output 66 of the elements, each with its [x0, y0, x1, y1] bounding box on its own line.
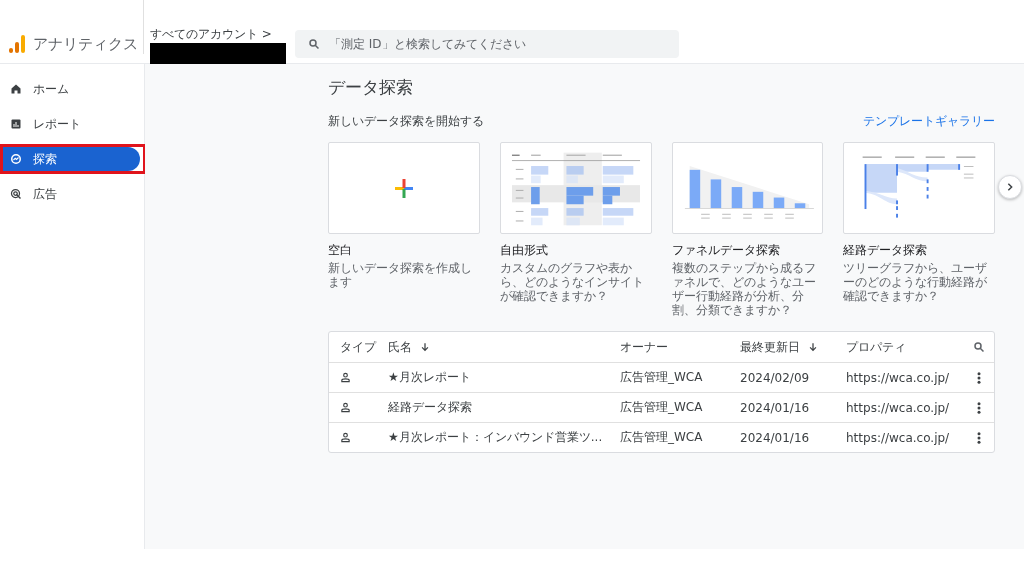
app-name: アナリティクス [33, 34, 138, 54]
column-header[interactable]: プロパティ [846, 338, 964, 356]
template-card[interactable] [843, 142, 995, 234]
template-card[interactable] [499, 142, 652, 234]
table-cell-text: 広告管理_WCA [620, 429, 704, 446]
table-cell-text: https://wca.co.jp/ [846, 430, 951, 445]
search-icon[interactable] [973, 341, 985, 353]
person-icon [340, 372, 351, 383]
funnel-bar [732, 187, 743, 209]
table-cell-text: 2024/01/16 [740, 430, 811, 445]
nav-item[interactable]: 探索 [3, 147, 140, 171]
table-block [602, 217, 624, 226]
template-title: 空白 [328, 242, 353, 259]
template-title: 自由形式 [499, 242, 549, 259]
search-field[interactable]: 「測定 ID」と検索してみてください [295, 30, 679, 58]
bar-chart-icon [10, 118, 22, 130]
table-cell-text: https://wca.co.jp/ [846, 400, 951, 415]
template-title: 経路データ探索 [843, 242, 929, 259]
nav-item[interactable]: レポート [3, 112, 140, 136]
more-options-icon[interactable] [977, 431, 981, 444]
template-gallery-link[interactable]: テンプレートギャラリー [863, 113, 995, 130]
plus-icon [394, 178, 413, 198]
funnel-bar [753, 191, 764, 209]
page-title: データ探索 [328, 76, 414, 99]
account-breadcrumb[interactable]: すべてのアカウント > [150, 26, 272, 43]
funnel-bar [711, 179, 722, 209]
person-icon [340, 402, 351, 413]
table-cell-text: https://wca.co.jp/ [846, 370, 951, 385]
template-card[interactable] [671, 142, 824, 234]
column-header[interactable]: オーナー [620, 338, 740, 356]
target-cursor-icon [10, 188, 22, 200]
column-header[interactable]: 氏名 [388, 338, 620, 356]
more-options-icon[interactable] [977, 401, 981, 414]
funnel-bar [774, 197, 785, 209]
table-block [566, 217, 580, 226]
column-header[interactable]: 最終更新日 [740, 338, 846, 356]
next-button[interactable] [998, 175, 1022, 199]
table-cell-text: ★月次レポート [388, 369, 472, 386]
template-description: 複数のステップから成るファネルで、どのようなユーザー行動経路が分析、分割、分類できますか？ [671, 261, 817, 317]
home-icon [10, 83, 22, 95]
search-icon [308, 38, 320, 50]
chevron-right-icon [1005, 182, 1015, 192]
analytics-logo-icon [9, 34, 25, 54]
section-heading: 新しいデータ探索を開始する [328, 113, 484, 130]
table-cell-text: 2024/01/16 [740, 400, 811, 415]
table-cell-text: 広告管理_WCA [620, 369, 704, 386]
table-block [530, 217, 543, 226]
funnel-bar [690, 169, 701, 209]
table-block [602, 175, 624, 184]
more-options-icon[interactable] [977, 371, 981, 384]
table-cell-text: 経路データ探索 [388, 399, 473, 416]
table-block [602, 166, 633, 175]
funnel-bar [795, 203, 806, 209]
template-description: 新しいデータ探索を作成します [328, 261, 473, 289]
person-icon [340, 432, 351, 443]
table-cell-text: 広告管理_WCA [620, 399, 704, 416]
template-title: ファネルデータ探索 [671, 242, 781, 259]
table-cell-text: 2024/02/09 [740, 370, 811, 385]
nav-item[interactable]: ホーム [3, 77, 140, 101]
trend-circle-icon [10, 153, 22, 165]
table-cell-text: ★月次レポート：インバウンド営業ツ... [388, 429, 604, 446]
table-block [530, 187, 540, 205]
column-header[interactable]: タイプ [329, 338, 388, 356]
nav-item[interactable]: 広告 [3, 182, 140, 206]
template-description: カスタムのグラフや表から、どのようなインサイトが確認できますか？ [499, 261, 645, 303]
template-description: ツリーグラフから、ユーザーのどのような行動経路が確認できますか？ [843, 261, 989, 303]
